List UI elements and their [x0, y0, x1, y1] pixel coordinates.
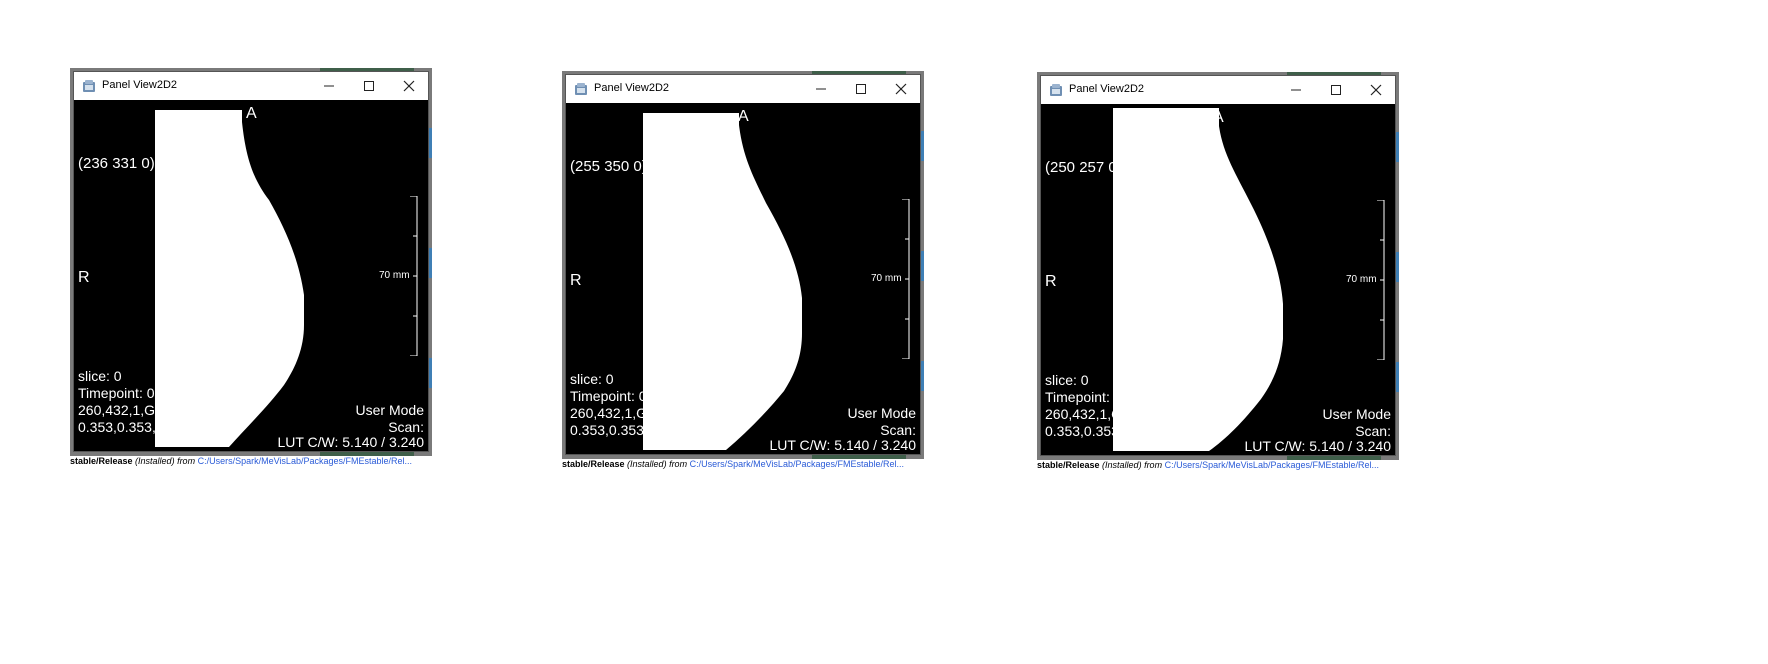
status-path-strip: stable/Release (Installed) from C:/Users… — [1037, 460, 1399, 470]
status-installed: (Installed) from — [624, 459, 690, 469]
package-path-link[interactable]: C:/Users/Spark/MeVisLab/Packages/FMEstab… — [198, 456, 412, 466]
maximize-icon — [856, 84, 866, 94]
maximize-icon — [1331, 85, 1341, 95]
close-icon — [895, 83, 907, 95]
minimize-icon — [324, 85, 334, 87]
title-bar[interactable]: Panel View2D2 — [566, 75, 920, 103]
orientation-left-label: R — [570, 272, 582, 289]
status-prefix: stable/Release — [562, 459, 625, 469]
timepoint-label: Timepoint: 0 — [1045, 389, 1122, 405]
minimize-button[interactable] — [801, 75, 841, 103]
scan-label: Scan: — [388, 419, 424, 435]
scale-bar-label: 70 mm — [379, 270, 410, 281]
minimize-icon — [816, 88, 826, 90]
panel-window: Panel View2D2 A R (255 350 0): 0.0000 70… — [565, 74, 921, 455]
status-path-strip: stable/Release (Installed) from C:/Users… — [70, 456, 432, 466]
scan-label: Scan: — [1355, 423, 1391, 439]
viewer-window-3: Panel View2D2 A R (250 257 0): 0.0000 70… — [1037, 72, 1399, 470]
voxel-spacing-label: 0.353,0.353,1.000 — [78, 419, 191, 435]
timepoint-label: Timepoint: 0 — [570, 388, 647, 404]
window-title: Panel View2D2 — [594, 82, 670, 94]
maximize-button[interactable] — [349, 72, 389, 100]
image-dimensions-label: 260,432,1,Gray,1 — [78, 402, 186, 418]
image-dimensions-label: 260,432,1,Gray,1 — [570, 405, 678, 421]
scan-label: Scan: — [880, 422, 916, 438]
user-mode-label: User Mode — [1322, 406, 1391, 422]
timepoint-label: Timepoint: 0 — [78, 385, 155, 401]
pixel-value-readout: (236 331 0): 0.0000 — [78, 155, 209, 172]
user-mode-label: User Mode — [847, 405, 916, 421]
voxel-spacing-label: 0.353,0.353,1.000 — [1045, 423, 1158, 439]
pixel-value-readout: (255 350 0): 0.0000 — [570, 158, 701, 175]
close-icon — [1370, 84, 1382, 96]
lut-label: LUT C/W: 5.140 / 3.240 — [769, 437, 916, 450]
status-path-strip: stable/Release (Installed) from C:/Users… — [562, 459, 924, 469]
panel-window: Panel View2D2 A R (250 257 0): 0.0000 70… — [1040, 75, 1396, 456]
maximize-button[interactable] — [1316, 76, 1356, 104]
status-installed: (Installed) from — [132, 456, 198, 466]
orientation-left-label: R — [1045, 273, 1057, 290]
orientation-left-label: R — [78, 269, 90, 286]
orientation-top-label: A — [738, 108, 749, 125]
orientation-top-label: A — [246, 105, 257, 122]
title-bar[interactable]: Panel View2D2 — [74, 72, 428, 100]
viewer-window-1: Panel View2D2 A R (236 331 0): 0.0000 70… — [70, 68, 432, 466]
scale-bar-label: 70 mm — [1346, 274, 1377, 285]
app-icon — [1050, 84, 1062, 96]
close-icon — [403, 80, 415, 92]
status-prefix: stable/Release — [70, 456, 133, 466]
title-bar[interactable]: Panel View2D2 — [1041, 76, 1395, 104]
package-path-link[interactable]: C:/Users/Spark/MeVisLab/Packages/FMEstab… — [690, 459, 904, 469]
status-installed: (Installed) from — [1099, 460, 1165, 470]
close-button[interactable] — [881, 75, 921, 103]
image-dimensions-label: 260,432,1,Gray,1 — [1045, 406, 1153, 422]
minimize-button[interactable] — [1276, 76, 1316, 104]
close-button[interactable] — [1356, 76, 1396, 104]
maximize-icon — [364, 81, 374, 91]
maximize-button[interactable] — [841, 75, 881, 103]
slice-label: slice: 0 — [78, 368, 122, 384]
window-title: Panel View2D2 — [1069, 83, 1145, 95]
window-title: Panel View2D2 — [102, 79, 178, 91]
panel-window: Panel View2D2 A R (236 331 0): 0.0000 70… — [73, 71, 429, 452]
minimize-button[interactable] — [309, 72, 349, 100]
scale-bar-label: 70 mm — [871, 273, 902, 284]
package-path-link[interactable]: C:/Users/Spark/MeVisLab/Packages/FMEstab… — [1165, 460, 1379, 470]
minimize-icon — [1291, 89, 1301, 91]
status-prefix: stable/Release — [1037, 460, 1100, 470]
app-icon — [83, 80, 95, 92]
app-icon — [575, 83, 587, 95]
lut-label: LUT C/W: 5.140 / 3.240 — [277, 434, 424, 447]
image-viewport[interactable]: A R (255 350 0): 0.0000 70 mm slice: 0 T… — [566, 103, 920, 450]
viewer-window-2: Panel View2D2 A R (255 350 0): 0.0000 70… — [562, 71, 924, 469]
voxel-spacing-label: 0.353,0.353,1.000 — [570, 422, 683, 438]
lut-label: LUT C/W: 5.140 / 3.240 — [1244, 438, 1391, 451]
user-mode-label: User Mode — [355, 402, 424, 418]
pixel-value-readout: (250 257 0): 0.0000 — [1045, 159, 1176, 176]
image-viewport[interactable]: A R (236 331 0): 0.0000 70 mm slice: 0 T… — [74, 100, 428, 447]
slice-label: slice: 0 — [1045, 372, 1089, 388]
orientation-top-label: A — [1213, 109, 1224, 126]
close-button[interactable] — [389, 72, 429, 100]
slice-label: slice: 0 — [570, 371, 614, 387]
image-viewport[interactable]: A R (250 257 0): 0.0000 70 mm slice: 0 T… — [1041, 104, 1395, 451]
